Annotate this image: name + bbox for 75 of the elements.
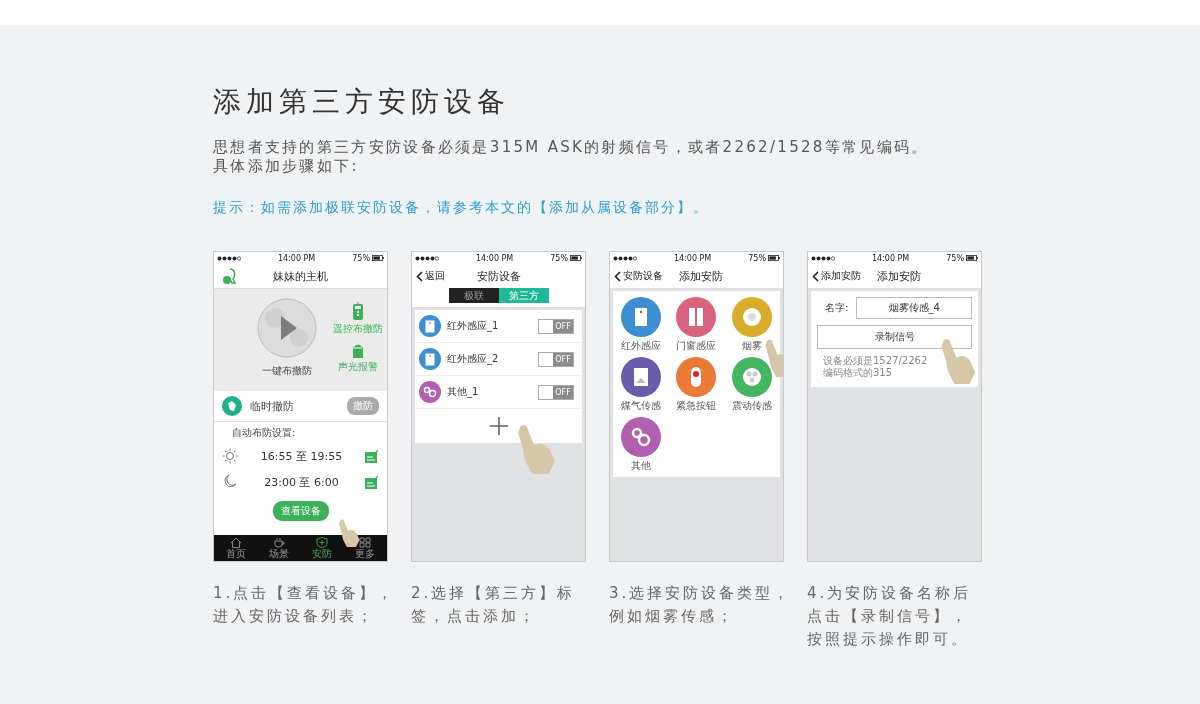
battery-icon bbox=[768, 255, 780, 261]
step-caption: 3.选择安防设备类型， 例如烟雾传感； bbox=[609, 583, 784, 627]
signal-icon bbox=[415, 255, 439, 261]
tab[interactable]: 场景 bbox=[269, 537, 289, 559]
add-icon[interactable] bbox=[488, 416, 509, 436]
tab[interactable]: 首页 bbox=[226, 537, 246, 559]
tab[interactable]: 更多 bbox=[355, 537, 375, 559]
step-caption: 2.选择【第三方】标 签，点击添加； bbox=[411, 583, 577, 627]
battery-level: 75% bbox=[946, 253, 964, 263]
device-type-button[interactable]: 其他 bbox=[613, 417, 669, 473]
status-time: 14:00 PM bbox=[276, 253, 317, 263]
motion-sensor-icon bbox=[419, 348, 441, 370]
device-type-button[interactable]: 紧急按钮 bbox=[668, 357, 725, 413]
edit-icon[interactable] bbox=[365, 449, 379, 463]
page-heading: 添加第三方安防设备 bbox=[213, 84, 511, 120]
tab[interactable]: 安防 bbox=[312, 537, 332, 559]
hand-drawing bbox=[940, 338, 976, 384]
back-button[interactable]: 返回 bbox=[416, 269, 445, 283]
shield-icon bbox=[316, 537, 328, 548]
logo-icon bbox=[222, 267, 238, 285]
chevron-left-icon bbox=[812, 270, 819, 282]
segment-tab[interactable]: 极联 bbox=[448, 288, 499, 303]
device-name: 红外感应_1 bbox=[447, 319, 500, 333]
signal-icon bbox=[217, 255, 241, 261]
status-time: 14:00 PM bbox=[474, 253, 515, 263]
home-icon bbox=[230, 537, 242, 548]
screen-title: 安防设备 bbox=[476, 268, 521, 284]
hand-drawing bbox=[516, 424, 556, 474]
screen-title: 妹妹的主机 bbox=[273, 268, 328, 284]
record-signal-button[interactable]: 录制信号 bbox=[817, 325, 972, 349]
status-time: 14:00 PM bbox=[672, 253, 713, 263]
battery-icon bbox=[966, 255, 978, 261]
motion-sensor-icon bbox=[419, 315, 441, 337]
device-type-button[interactable]: 烟雾 bbox=[724, 297, 780, 353]
sun-icon bbox=[222, 448, 238, 464]
device-type-button[interactable]: 门窗感应 bbox=[668, 297, 725, 353]
screen-title: 添加安防 bbox=[679, 268, 723, 284]
cup-icon bbox=[273, 537, 285, 548]
gears-icon bbox=[419, 381, 441, 403]
step-caption: 1.点击【查看设备】， 进入安防设备列表； bbox=[213, 583, 388, 627]
chevron-left-icon bbox=[614, 270, 621, 282]
hand-drawing bbox=[338, 518, 360, 548]
name-label: 名字: bbox=[825, 301, 849, 315]
device-type-button[interactable]: 煤气传感 bbox=[613, 357, 669, 413]
hint-text: 设备必须是1527/2262编码格式的315 bbox=[823, 355, 929, 379]
temp-disarm-label: 临时撤防 bbox=[250, 398, 295, 414]
chevron-left-icon bbox=[416, 270, 423, 282]
device-type-button[interactable]: 红外感应 bbox=[613, 297, 669, 353]
battery-icon bbox=[372, 255, 384, 261]
back-button[interactable]: 安防设备 bbox=[614, 269, 663, 283]
edit-icon[interactable] bbox=[365, 475, 379, 489]
arm-button[interactable] bbox=[256, 298, 317, 361]
signal-icon bbox=[811, 255, 835, 261]
schedule-time: 23:00 至 6:00 bbox=[263, 474, 340, 490]
remote-icon bbox=[352, 302, 364, 320]
moon-icon bbox=[222, 474, 238, 490]
grid-icon bbox=[359, 537, 371, 548]
screen-title: 添加安防 bbox=[877, 268, 921, 284]
name-field[interactable]: 烟雾传感_4 bbox=[856, 297, 972, 319]
arm-label: 一键布撤防 bbox=[261, 364, 312, 378]
schedule-time: 16:55 至 19:55 bbox=[259, 448, 344, 464]
device-name: 红外感应_2 bbox=[447, 352, 500, 366]
schedule-label: 自动布防设置: bbox=[231, 426, 297, 440]
back-button[interactable]: 添加安防 bbox=[812, 269, 861, 283]
battery-level: 75% bbox=[748, 253, 766, 263]
tip-text: 提示：如需添加极联安防设备，请参考本文的【添加从属设备部分】。 bbox=[213, 198, 710, 216]
battery-level: 75% bbox=[550, 253, 568, 263]
signal-icon bbox=[613, 255, 637, 261]
device-name: 其他_1 bbox=[447, 385, 480, 399]
battery-level: 75% bbox=[352, 253, 370, 263]
intro-paragraph: 思想者支持的第三方安防设备必须是315M ASK的射频信号，或者2262/1528等常见编码。 具体添加步骤如下: bbox=[213, 138, 930, 176]
battery-icon bbox=[570, 255, 582, 261]
status-time: 14:00 PM bbox=[870, 253, 911, 263]
step-caption: 4.为安防设备名称后 点击【录制信号】， 按照提示操作即可。 bbox=[807, 583, 973, 650]
play-icon bbox=[256, 298, 317, 358]
